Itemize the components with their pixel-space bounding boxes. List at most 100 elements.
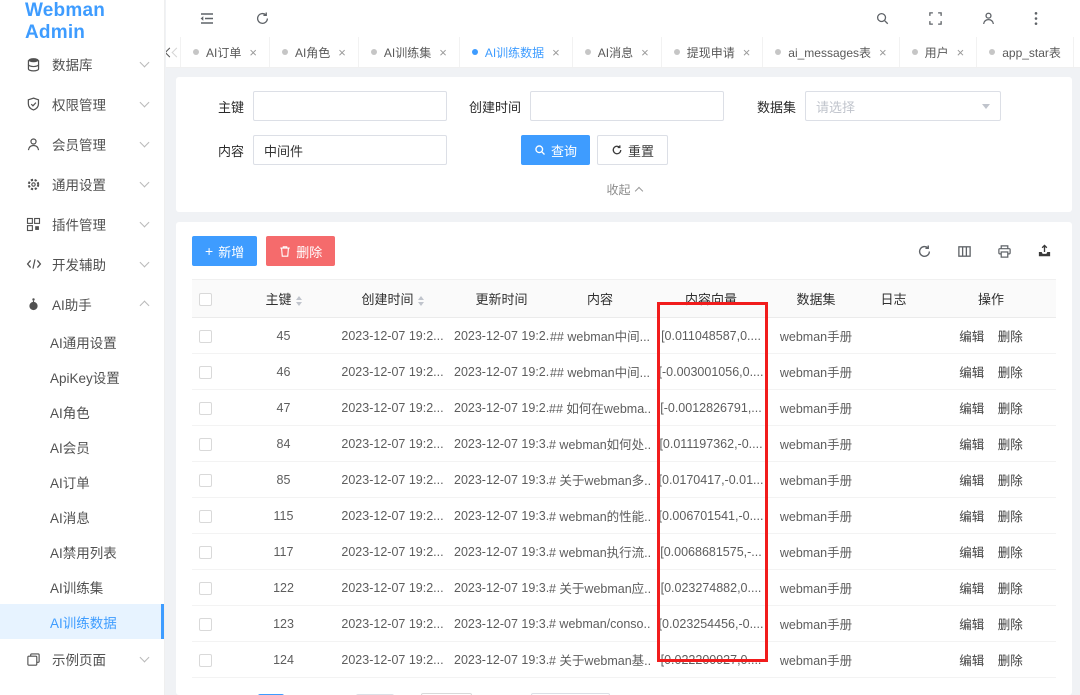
close-icon[interactable]: ×	[957, 46, 965, 59]
table-columns-icon[interactable]	[957, 244, 972, 259]
delete-link[interactable]: 删除	[998, 366, 1023, 380]
sidebar-item-ai-training-set[interactable]: AI训练集	[0, 569, 164, 604]
sort-icon[interactable]	[418, 296, 424, 306]
edit-link[interactable]: 编辑	[959, 438, 984, 452]
tab-ai-roles[interactable]: AI角色 ×	[270, 37, 359, 67]
sidebar-item-settings[interactable]: 通用设置	[0, 164, 164, 204]
close-icon[interactable]: ×	[641, 46, 649, 59]
row-checkbox[interactable]	[199, 618, 212, 631]
sidebar-item-database[interactable]: 数据库	[0, 44, 164, 84]
edit-link[interactable]: 编辑	[959, 330, 984, 344]
sort-icon[interactable]	[296, 296, 302, 306]
collapse-menu-icon[interactable]	[198, 11, 215, 26]
cell-log	[861, 390, 926, 426]
tab-ai-orders[interactable]: AI订单×	[180, 37, 270, 67]
tab-ai-training-set[interactable]: AI训练集×	[359, 37, 460, 67]
sidebar-item-ai-roles[interactable]: AI角色	[0, 394, 164, 429]
close-icon[interactable]: ×	[338, 46, 346, 59]
select-all-checkbox[interactable]	[199, 293, 212, 306]
row-checkbox[interactable]	[199, 438, 212, 451]
delete-link[interactable]: 删除	[998, 402, 1023, 416]
tabs-scroll-right-button[interactable]	[1074, 49, 1080, 56]
tab-app-star-table[interactable]: app_star表	[977, 37, 1074, 67]
close-icon[interactable]: ×	[879, 46, 887, 59]
edit-link[interactable]: 编辑	[959, 510, 984, 524]
cell-primary-key: 122	[236, 570, 331, 606]
sidebar-item-ai-members[interactable]: AI会员	[0, 429, 164, 464]
close-icon[interactable]: ×	[743, 46, 751, 59]
sidebar-item-ai-assistant[interactable]: AI助手	[0, 284, 164, 324]
dataset-select[interactable]: 请选择	[805, 91, 1001, 121]
sidebar-item-ai-blocklist[interactable]: AI禁用列表	[0, 534, 164, 569]
sidebar-item-label: 权限管理	[52, 94, 106, 114]
edit-link[interactable]: 编辑	[959, 654, 984, 668]
table-refresh-icon[interactable]	[917, 244, 932, 259]
cell-content-vector: [0.0068681575,-...	[651, 534, 771, 570]
close-icon[interactable]: ×	[249, 46, 257, 59]
sidebar-item-ai-orders[interactable]: AI订单	[0, 464, 164, 499]
fullscreen-icon[interactable]	[928, 11, 943, 26]
edit-link[interactable]: 编辑	[959, 474, 984, 488]
search-icon[interactable]	[875, 11, 890, 26]
delete-link[interactable]: 删除	[998, 654, 1023, 668]
row-checkbox[interactable]	[199, 402, 212, 415]
export-icon[interactable]	[1037, 244, 1052, 259]
collapse-filter-link[interactable]: 收起	[196, 179, 1052, 206]
edit-link[interactable]: 编辑	[959, 402, 984, 416]
sidebar-item-permissions[interactable]: 权限管理	[0, 84, 164, 124]
delete-link[interactable]: 删除	[998, 618, 1023, 632]
header-select-all[interactable]	[192, 280, 236, 318]
column-header-created-at[interactable]: 创建时间	[331, 280, 454, 318]
delete-link[interactable]: 删除	[998, 546, 1023, 560]
close-icon[interactable]: ×	[439, 46, 447, 59]
delete-link[interactable]: 删除	[998, 438, 1023, 452]
tab-label: AI角色	[295, 44, 330, 61]
sidebar-item-ai-general-settings[interactable]: AI通用设置	[0, 324, 164, 359]
sidebar-item-devtools[interactable]: 开发辅助	[0, 244, 164, 284]
tab-users[interactable]: 用户×	[900, 37, 978, 67]
sidebar-item-ai-training-data[interactable]: AI训练数据	[0, 604, 164, 639]
sidebar-item-ai-messages[interactable]: AI消息	[0, 499, 164, 534]
cell-primary-key: 124	[236, 642, 331, 678]
content-input[interactable]	[253, 135, 447, 165]
primary-key-input[interactable]	[253, 91, 447, 121]
sidebar-item-example-pages[interactable]: 示例页面	[0, 639, 164, 679]
more-icon[interactable]	[1034, 11, 1038, 26]
tab-ai-training-data[interactable]: AI训练数据×	[460, 37, 573, 67]
edit-link[interactable]: 编辑	[959, 618, 984, 632]
row-checkbox[interactable]	[199, 366, 212, 379]
reset-button[interactable]: 重置	[597, 135, 668, 165]
edit-link[interactable]: 编辑	[959, 582, 984, 596]
delete-link[interactable]: 删除	[998, 330, 1023, 344]
add-button[interactable]: + 新增	[192, 236, 257, 266]
row-checkbox[interactable]	[199, 510, 212, 523]
search-button[interactable]: 查询	[521, 135, 590, 165]
close-icon[interactable]: ×	[552, 46, 560, 59]
row-checkbox[interactable]	[199, 330, 212, 343]
created-at-input[interactable]	[530, 91, 724, 121]
delete-button[interactable]: 删除	[266, 236, 335, 266]
chevron-down-icon	[140, 653, 150, 663]
tab-withdrawal-requests[interactable]: 提现申请×	[662, 37, 764, 67]
row-checkbox[interactable]	[199, 582, 212, 595]
row-checkbox[interactable]	[199, 546, 212, 559]
sidebar-item-plugins[interactable]: 插件管理	[0, 204, 164, 244]
row-checkbox[interactable]	[199, 474, 212, 487]
refresh-icon[interactable]	[255, 11, 270, 26]
delete-link[interactable]: 删除	[998, 510, 1023, 524]
tab-ai-messages-table[interactable]: ai_messages表×	[763, 37, 899, 67]
cell-content-vector: [-0.0012826791,...	[651, 390, 771, 426]
user-icon[interactable]	[981, 11, 996, 26]
column-header-primary-key[interactable]: 主键	[236, 280, 331, 318]
sidebar-item-apikey-settings[interactable]: ApiKey设置	[0, 359, 164, 394]
delete-link[interactable]: 删除	[998, 582, 1023, 596]
print-icon[interactable]	[997, 244, 1012, 259]
edit-link[interactable]: 编辑	[959, 366, 984, 380]
sidebar-item-members[interactable]: 会员管理	[0, 124, 164, 164]
edit-link[interactable]: 编辑	[959, 546, 984, 560]
cell-content-vector: [0.011197362,-0....	[651, 426, 771, 462]
tabs-scroll-left-dim-button[interactable]	[173, 37, 180, 67]
delete-link[interactable]: 删除	[998, 474, 1023, 488]
row-checkbox[interactable]	[199, 654, 212, 667]
tab-ai-messages[interactable]: AI消息×	[573, 37, 662, 67]
